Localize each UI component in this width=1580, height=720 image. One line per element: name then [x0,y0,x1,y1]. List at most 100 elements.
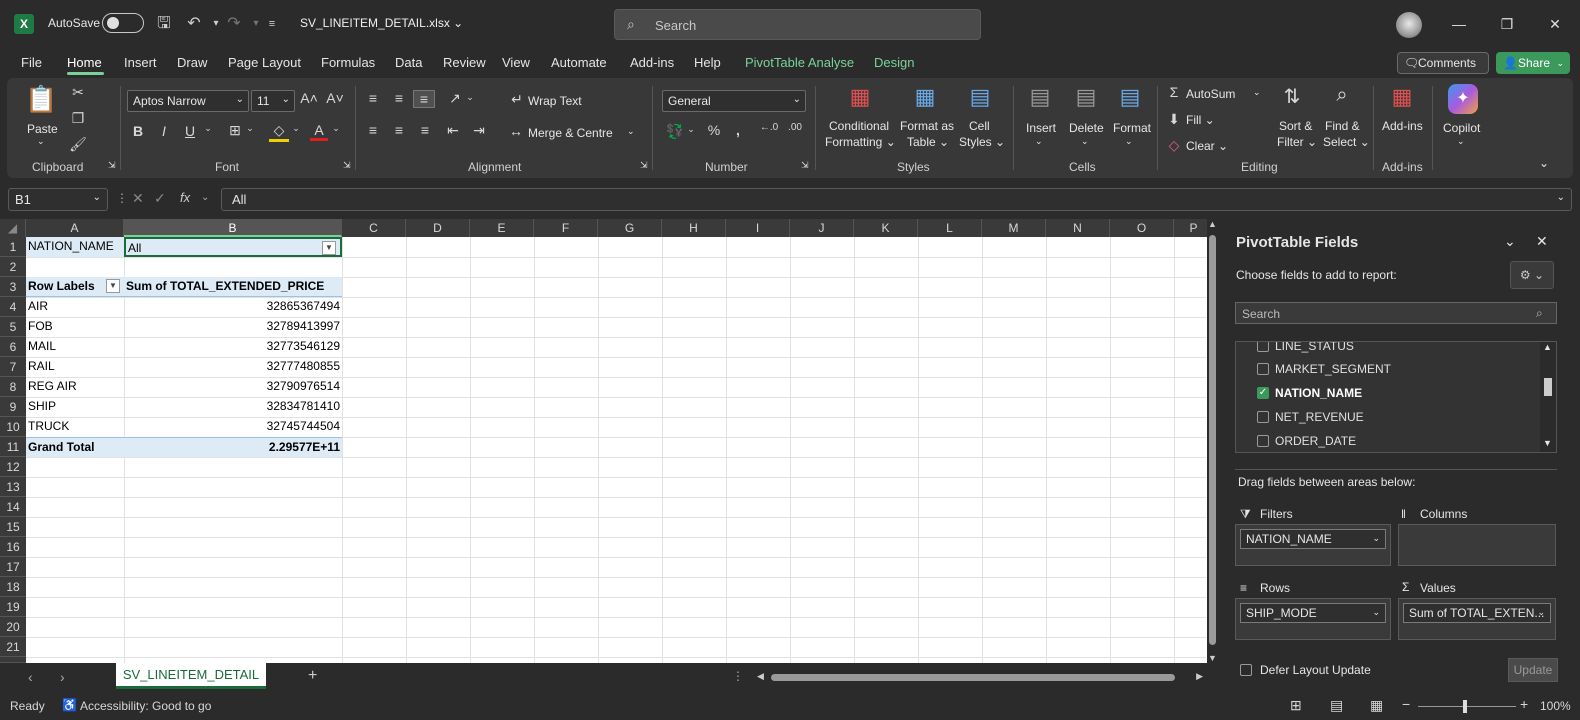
formula-input[interactable]: All ⌄ [221,188,1572,211]
row-header[interactable]: 21 [0,637,26,657]
row-header[interactable]: 6 [0,337,26,357]
font-color-dropdown-icon[interactable]: ⌄ [331,123,341,134]
row-label-cell[interactable]: AIR [26,297,124,317]
clear-button[interactable]: Clear ⌄ [1186,139,1228,153]
field-search-input[interactable]: Search ⌕ [1235,302,1557,324]
merge-centre-button[interactable]: Merge & Centre [528,126,613,140]
cancel-entry-icon[interactable]: ✕ [132,190,144,207]
tab-home[interactable]: Home [67,55,102,70]
col-header-j[interactable]: J [790,219,854,237]
comments-button[interactable]: 🗨 Comments [1397,52,1489,74]
row-header[interactable]: 9 [0,397,26,417]
row-labels-header[interactable]: Row Labels ▼ [26,277,124,297]
name-box[interactable]: B1 ⌄ [8,188,108,211]
row-header[interactable]: 1 [0,237,26,257]
decrease-decimal-icon[interactable]: .00 [785,122,805,133]
scroll-left-icon[interactable]: ◀ [757,671,764,682]
col-header-i[interactable]: I [726,219,790,237]
tab-help[interactable]: Help [694,55,721,70]
paste-button[interactable]: Paste [27,122,58,136]
row-label-cell[interactable]: RAIL [26,357,124,377]
tab-data[interactable]: Data [395,55,422,70]
value-cell[interactable]: 32834781410 [124,397,342,417]
row-header[interactable]: 16 [0,537,26,557]
number-format-select[interactable]: General ⌄ [662,90,806,112]
value-cell[interactable]: 32790976514 [124,377,342,397]
filter-dropdown-icon[interactable]: ▼ [322,241,336,255]
fill-icon[interactable]: ⬇ [1167,111,1181,128]
horizontal-scroll-thumb[interactable] [771,674,1175,681]
row-header[interactable]: 7 [0,357,26,377]
sheet-tab-active[interactable]: SV_LINEITEM_DETAIL [116,663,266,689]
wrap-text-button[interactable]: Wrap Text [528,94,582,108]
format-as-table-button-line2[interactable]: Table ⌄ [907,135,949,149]
decrease-font-icon[interactable]: A˅ [325,90,345,106]
row-label-cell[interactable]: FOB [26,317,124,337]
field-item[interactable]: MARKET_SEGMENT [1275,362,1391,376]
align-center-icon[interactable]: ≡ [389,122,409,138]
tab-options-icon[interactable]: ⋮ [732,669,744,683]
font-size-select[interactable]: 11 ⌄ [251,90,295,112]
align-right-icon[interactable]: ≡ [415,122,435,138]
autosum-icon[interactable]: Σ [1167,84,1181,100]
vertical-scroll-thumb[interactable] [1209,235,1216,645]
row-header[interactable]: 18 [0,577,26,597]
alignment-launcher-icon[interactable]: ⇲ [640,160,648,171]
find-select-button[interactable]: Find & [1325,119,1360,133]
minimize-icon[interactable]: — [1444,12,1474,36]
bold-icon[interactable]: B [129,123,147,139]
autosum-dropdown-icon[interactable]: ⌄ [1253,87,1261,98]
increase-indent-icon[interactable]: ⇥ [469,122,489,139]
customize-toolbar-icon[interactable]: ≡ [260,12,284,36]
filters-area-field-chip[interactable]: NATION_NAME ⌄ [1240,529,1386,549]
col-header-a[interactable]: A [26,219,124,237]
grand-total-value[interactable]: 2.29577E+11 [124,437,342,457]
value-cell[interactable]: 32777480855 [124,357,342,377]
row-header[interactable]: 2 [0,257,26,277]
cut-icon[interactable]: ✂ [69,84,87,101]
page-layout-view-icon[interactable]: ▤ [1330,697,1343,714]
field-list-scrollbar[interactable]: ▲ ▼ [1540,342,1556,452]
tab-draw[interactable]: Draw [177,55,207,70]
tab-file[interactable]: File [21,55,42,70]
col-header-e[interactable]: E [470,219,534,237]
gear-icon[interactable]: ⚙ ⌄ [1510,261,1554,289]
filters-area[interactable]: NATION_NAME ⌄ [1235,524,1391,566]
collapse-ribbon-icon[interactable]: ⌄ [1539,156,1549,170]
field-checkbox[interactable] [1257,363,1269,375]
accessibility-status[interactable]: Accessibility: Good to go [80,699,211,713]
conditional-formatting-icon[interactable]: ▦ [845,84,875,114]
file-name[interactable]: SV_LINEITEM_DETAIL.xlsx ⌄ [300,16,463,30]
zoom-slider[interactable] [1418,706,1516,707]
col-header-l[interactable]: L [918,219,982,237]
add-ins-icon[interactable]: ▦ [1387,84,1417,114]
delete-dropdown-icon[interactable]: ⌄ [1081,136,1089,147]
share-button[interactable]: 👤 Share ⌄ [1496,52,1570,74]
row-header[interactable]: 12 [0,457,26,477]
clipboard-launcher-icon[interactable]: ⇲ [108,160,116,171]
zoom-in-icon[interactable]: + [1520,696,1528,712]
rows-area-field-chip[interactable]: SHIP_MODE ⌄ [1240,603,1386,623]
filter-value-cell[interactable]: All ▼ [124,237,342,257]
tab-design[interactable]: Design [874,55,914,70]
clear-icon[interactable]: ◇ [1167,137,1181,154]
columns-area[interactable] [1398,524,1556,566]
row-header[interactable]: 14 [0,497,26,517]
paste-icon[interactable]: 📋 [25,84,57,120]
copilot-button[interactable]: Copilot [1443,121,1480,135]
format-as-table-icon[interactable]: ▦ [910,84,940,114]
accounting-dropdown-icon[interactable]: ⌄ [686,124,696,135]
col-header-c[interactable]: C [342,219,406,237]
confirm-entry-icon[interactable]: ✓ [154,190,166,207]
col-header-h[interactable]: H [662,219,726,237]
conditional-formatting-button[interactable]: Conditional [829,119,889,133]
tab-review[interactable]: Review [443,55,486,70]
autosum-button[interactable]: AutoSum [1186,87,1235,101]
copy-icon[interactable]: ❐ [69,110,87,127]
row-header[interactable]: 13 [0,477,26,497]
values-header[interactable]: Sum of TOTAL_EXTENDED_PRICE [124,277,342,297]
sort-filter-button-line2[interactable]: Filter ⌄ [1277,135,1317,149]
undo-icon[interactable]: ↶ [182,12,206,36]
col-header-m[interactable]: M [982,219,1046,237]
paste-dropdown-icon[interactable]: ⌄ [37,136,45,147]
